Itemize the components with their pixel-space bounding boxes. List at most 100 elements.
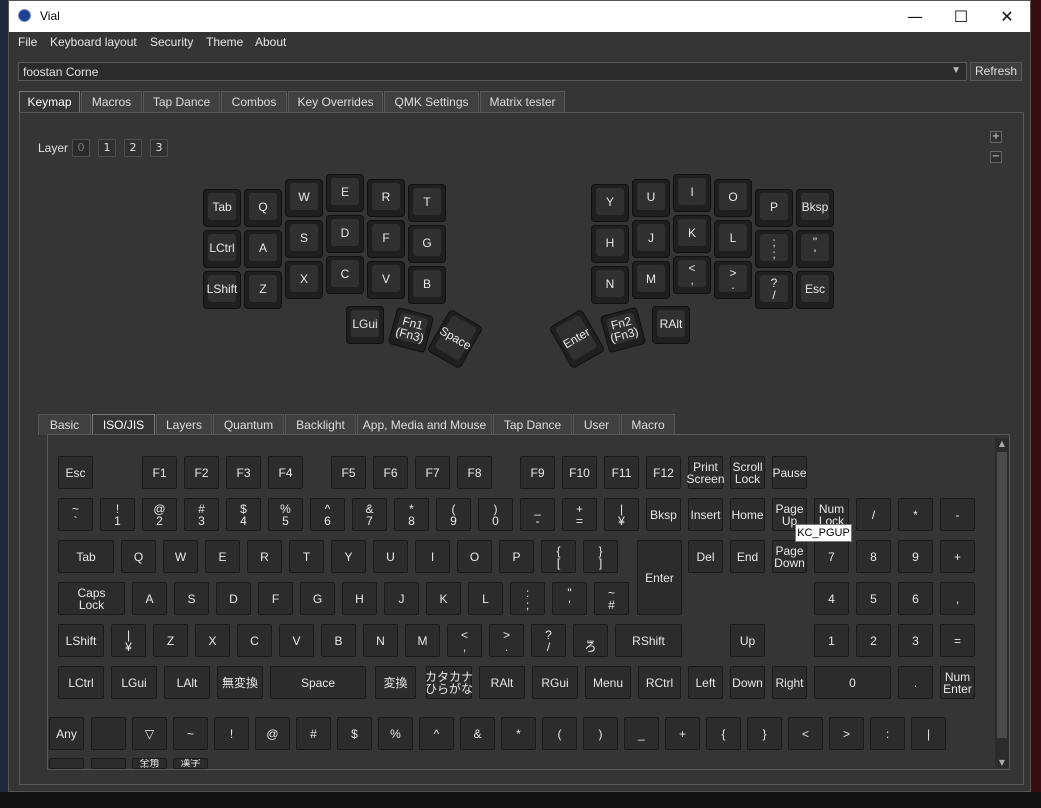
picker-key[interactable]: Page Down	[772, 540, 807, 573]
menu-about[interactable]: About	[255, 35, 286, 49]
picker-key[interactable]: .	[898, 666, 933, 699]
layout-key[interactable]: RAlt	[652, 306, 690, 344]
layout-key[interactable]: K	[673, 215, 711, 253]
picker-tab-iso-jis[interactable]: ISO/JIS	[92, 414, 155, 435]
picker-key[interactable]: ? /	[531, 624, 566, 657]
picker-key[interactable]: Esc	[58, 456, 93, 489]
layout-key[interactable]: " '	[796, 230, 834, 268]
layout-key[interactable]: W	[285, 179, 323, 217]
layout-key[interactable]: F	[367, 220, 405, 258]
picker-key[interactable]: # 3	[184, 498, 219, 531]
picker-key[interactable]: Caps Lock	[58, 582, 125, 615]
layout-key[interactable]: ; ;	[755, 230, 793, 268]
picker-key[interactable]: 2	[856, 624, 891, 657]
picker-key[interactable]: A	[132, 582, 167, 615]
layout-key[interactable]: C	[326, 256, 364, 294]
picker-key[interactable]: $	[337, 717, 372, 750]
picker-key[interactable]: (	[542, 717, 577, 750]
picker-key[interactable]: Space	[270, 666, 366, 699]
picker-key[interactable]: < ,	[447, 624, 482, 657]
picker-key[interactable]: Tab	[58, 540, 114, 573]
picker-key[interactable]: )	[583, 717, 618, 750]
picker-key[interactable]: > .	[489, 624, 524, 657]
layout-key[interactable]: L	[714, 220, 752, 258]
picker-key[interactable]: X	[195, 624, 230, 657]
layout-key[interactable]: Bksp	[796, 189, 834, 227]
picker-key[interactable]: {	[706, 717, 741, 750]
layout-key[interactable]: Tab	[203, 189, 241, 227]
picker-key[interactable]: N	[363, 624, 398, 657]
picker-key[interactable]: F6	[373, 456, 408, 489]
picker-key[interactable]: 9	[898, 540, 933, 573]
picker-key[interactable]: Bksp	[646, 498, 681, 531]
menu-file[interactable]: File	[18, 35, 37, 49]
picker-key[interactable]: F10	[562, 456, 597, 489]
picker-key[interactable]: | ¥	[111, 624, 146, 657]
picker-key[interactable]: C	[237, 624, 272, 657]
picker-key[interactable]: ) 0	[478, 498, 513, 531]
picker-key[interactable]: F7	[415, 456, 450, 489]
picker-key[interactable]: Scroll Lock	[730, 456, 765, 489]
picker-key[interactable]: M	[405, 624, 440, 657]
layout-key[interactable]: P	[755, 189, 793, 227]
picker-key[interactable]: | ¥	[604, 498, 639, 531]
picker-key[interactable]: 8	[856, 540, 891, 573]
picker-key[interactable]: T	[289, 540, 324, 573]
picker-tab-basic[interactable]: Basic	[38, 414, 91, 435]
picker-key[interactable]: Up	[730, 624, 765, 657]
picker-key[interactable]: Insert	[688, 498, 723, 531]
picker-key[interactable]: D	[216, 582, 251, 615]
picker-key[interactable]: Enter	[637, 540, 682, 615]
keyboard-select[interactable]: foostan Corne ▼	[18, 62, 967, 81]
picker-tab-app-media-mouse[interactable]: App, Media and Mouse	[357, 414, 492, 435]
refresh-button[interactable]: Refresh	[970, 62, 1022, 81]
picker-key[interactable]: LGui	[111, 666, 157, 699]
picker-key[interactable]: F8	[457, 456, 492, 489]
tab-combos[interactable]: Combos	[221, 91, 287, 112]
picker-key[interactable]: 6	[898, 582, 933, 615]
picker-key[interactable]: _ ろ	[573, 624, 608, 657]
picker-key[interactable]: H	[342, 582, 377, 615]
picker-key[interactable]: Y	[331, 540, 366, 573]
picker-key[interactable]: W	[163, 540, 198, 573]
picker-key[interactable]: " '	[552, 582, 587, 615]
picker-key[interactable]: ~ `	[58, 498, 93, 531]
scrollbar-thumb[interactable]	[997, 452, 1007, 738]
picker-key[interactable]: ,	[940, 582, 975, 615]
picker-tab-layers[interactable]: Layers	[156, 414, 212, 435]
layout-key[interactable]: N	[591, 266, 629, 304]
picker-tab-tap-dance[interactable]: Tap Dance	[493, 414, 572, 435]
picker-key[interactable]: >	[829, 717, 864, 750]
menu-theme[interactable]: Theme	[206, 35, 243, 49]
picker-key[interactable]: :	[870, 717, 905, 750]
picker-key[interactable]: 0	[814, 666, 891, 699]
picker-key[interactable]: _	[624, 717, 659, 750]
layout-key[interactable]: D	[326, 215, 364, 253]
scroll-down-arrow-icon[interactable]: ▼	[995, 758, 1009, 767]
picker-key[interactable]: I	[415, 540, 450, 573]
picker-key[interactable]: Num Enter	[940, 666, 975, 699]
picker-key[interactable]: *	[898, 498, 933, 531]
layout-key[interactable]: Z	[244, 271, 282, 309]
picker-key[interactable]: LCtrl	[58, 666, 104, 699]
tab-keymap[interactable]: Keymap	[19, 91, 80, 112]
picker-key[interactable]: ~ #	[594, 582, 629, 615]
layout-key[interactable]: LShift	[203, 271, 241, 309]
tab-matrix-tester[interactable]: Matrix tester	[480, 91, 565, 112]
picker-key[interactable]: LShift	[58, 624, 104, 657]
picker-key[interactable]: Pause	[772, 456, 807, 489]
tab-key-overrides[interactable]: Key Overrides	[288, 91, 383, 112]
picker-key[interactable]: =	[940, 624, 975, 657]
picker-key[interactable]: }	[747, 717, 782, 750]
picker-key[interactable]: RCtrl	[638, 666, 681, 699]
picker-key[interactable]: V	[279, 624, 314, 657]
layout-key[interactable]: ? /	[755, 271, 793, 309]
picker-key[interactable]: RAlt	[479, 666, 525, 699]
picker-key[interactable]: U	[373, 540, 408, 573]
zoom-in-button[interactable]: +	[990, 131, 1002, 143]
layout-key[interactable]: Esc	[796, 271, 834, 309]
picker-key[interactable]: 1	[814, 624, 849, 657]
picker-key[interactable]: F5	[331, 456, 366, 489]
picker-key[interactable]: ! 1	[100, 498, 135, 531]
picker-key[interactable]: 4	[814, 582, 849, 615]
